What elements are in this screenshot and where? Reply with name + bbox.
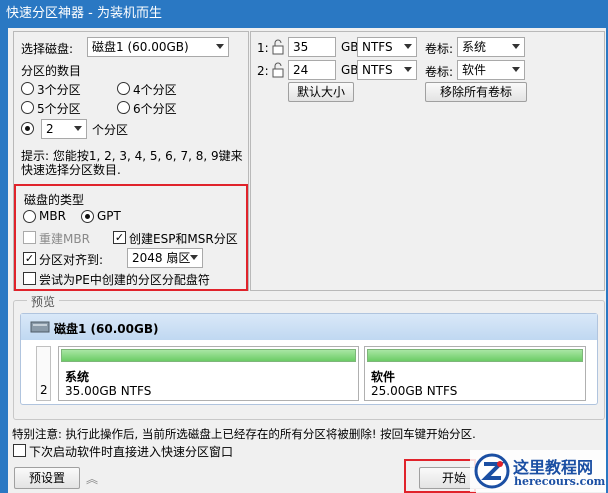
partition-row-number: 2	[40, 383, 48, 397]
partition-settings-panel: 1: 35 GB NTFS 卷标: 系统 2: 24 GB NTFS 卷标: 软…	[250, 31, 605, 291]
try-pe-label: 尝试为PE中创建的分区分配盘符	[39, 273, 210, 287]
watermark-url: herecours.com	[514, 475, 606, 488]
disk-preview-card: 磁盘1 (60.00GB) 2 系统 35.00GB NTFS 软件 25.00…	[20, 313, 598, 405]
partition-count-value: 2	[46, 122, 54, 136]
default-size-button[interactable]: 默认大小	[288, 82, 354, 102]
partition-block-2[interactable]: 软件 25.00GB NTFS	[364, 346, 586, 401]
disk-select[interactable]: 磁盘1 (60.00GB)	[87, 37, 229, 57]
row1-index: 1:	[257, 41, 269, 55]
row1-label-value: 系统	[462, 40, 487, 54]
chevron-down-icon	[512, 44, 520, 49]
chevron-down-icon	[404, 44, 412, 49]
partition-2-name: 软件	[371, 370, 396, 384]
remove-labels-button[interactable]: 移除所有卷标	[425, 82, 527, 102]
radio-gpt[interactable]	[81, 210, 94, 223]
preset-button-label: 预设置	[28, 471, 65, 485]
partition-2-info: 25.00GB NTFS	[371, 384, 458, 398]
radio-mbr-label: MBR	[39, 209, 66, 223]
unlock-icon[interactable]	[271, 62, 285, 81]
preview-label: 预览	[27, 293, 60, 310]
align-select[interactable]: 2048 扇区	[127, 248, 203, 268]
double-chevron-up-icon[interactable]: ︽	[86, 470, 98, 487]
row1-label-caption: 卷标:	[425, 42, 454, 56]
chevron-down-icon	[512, 67, 520, 72]
align-checkbox[interactable]: ✓	[23, 252, 36, 265]
row1-fs-select[interactable]: NTFS	[357, 37, 417, 57]
chevron-down-icon	[74, 126, 82, 131]
create-esp-label: 创建ESP和MSR分区	[129, 232, 238, 246]
row2-label-select[interactable]: 软件	[457, 60, 525, 80]
partition-bar-1	[61, 349, 356, 362]
row1-unit: GB	[341, 40, 359, 54]
next-time-label: 下次启动软件时直接进入快速分区窗口	[29, 445, 234, 459]
radio-custom-partitions[interactable]	[21, 122, 34, 135]
select-disk-label: 选择磁盘:	[21, 42, 74, 56]
window-frame-left	[0, 28, 8, 493]
partition-bar-2	[367, 349, 583, 362]
row2-fs-value: NTFS	[362, 63, 393, 77]
radio-5-partitions[interactable]	[21, 101, 34, 114]
disk-icon	[30, 320, 50, 337]
warning-text: 特别注意: 执行此操作后, 当前所选磁盘上已经存在的所有分区将被删除! 按回车键…	[12, 427, 476, 441]
row1-fs-value: NTFS	[362, 40, 393, 54]
partition-count-suffix: 个分区	[92, 123, 129, 137]
radio-3-label: 3个分区	[37, 83, 81, 97]
radio-mbr[interactable]	[23, 210, 36, 223]
rebuild-mbr-label: 重建MBR	[39, 232, 90, 246]
disk-preview-title: 磁盘1 (60.00GB)	[54, 322, 159, 336]
chevron-down-icon	[404, 67, 412, 72]
partition-count-select[interactable]: 2	[41, 119, 87, 139]
radio-4-partitions[interactable]	[117, 82, 130, 95]
title-bar: 快速分区神器 - 为装机而生	[0, 0, 608, 28]
partition-row-header: 2	[36, 346, 51, 401]
align-label: 分区对齐到:	[39, 253, 104, 267]
row2-fs-select[interactable]: NTFS	[357, 60, 417, 80]
chevron-down-icon	[190, 255, 198, 260]
row2-size-value: 24	[293, 63, 309, 77]
row1-size-input[interactable]: 35	[288, 37, 336, 57]
align-select-value: 2048 扇区	[132, 251, 191, 265]
try-pe-checkbox[interactable]	[23, 272, 36, 285]
partition-1-info: 35.00GB NTFS	[65, 384, 152, 398]
default-size-button-label: 默认大小	[296, 85, 345, 99]
radio-3-partitions[interactable]	[21, 82, 34, 95]
disk-preview-header: 磁盘1 (60.00GB)	[21, 314, 597, 340]
rebuild-mbr-checkbox[interactable]	[23, 231, 36, 244]
create-esp-checkbox[interactable]: ✓	[113, 231, 126, 244]
row2-size-input[interactable]: 24	[288, 60, 336, 80]
watermark: 这里教程网 herecours.com	[470, 450, 606, 492]
radio-gpt-label: GPT	[97, 209, 121, 223]
radio-4-label: 4个分区	[133, 83, 177, 97]
row2-unit: GB	[341, 63, 359, 77]
lock-icon[interactable]	[271, 39, 285, 58]
radio-5-label: 5个分区	[37, 102, 81, 116]
partition-count-label: 分区的数目	[21, 64, 82, 78]
row2-index: 2:	[257, 64, 269, 78]
next-time-checkbox[interactable]	[13, 444, 26, 457]
preset-button[interactable]: 预设置	[14, 467, 80, 489]
disk-type-label: 磁盘的类型	[24, 193, 85, 207]
start-button-label: 开始	[441, 471, 466, 485]
row2-label-caption: 卷标:	[425, 65, 454, 79]
chevron-down-icon	[216, 44, 224, 49]
radio-6-partitions[interactable]	[117, 101, 130, 114]
radio-6-label: 6个分区	[133, 102, 177, 116]
remove-labels-button-label: 移除所有卷标	[439, 85, 512, 99]
disk-select-value: 磁盘1 (60.00GB)	[92, 40, 189, 54]
watermark-logo-icon	[474, 453, 510, 492]
row1-size-value: 35	[293, 40, 309, 54]
row1-label-select[interactable]: 系统	[457, 37, 525, 57]
partition-1-name: 系统	[65, 370, 90, 384]
partition-block-1[interactable]: 系统 35.00GB NTFS	[58, 346, 359, 401]
row2-label-value: 软件	[462, 63, 487, 77]
hint-line-2: 快速选择分区数目.	[21, 163, 121, 177]
window-title: 快速分区神器 - 为装机而生	[6, 6, 162, 21]
